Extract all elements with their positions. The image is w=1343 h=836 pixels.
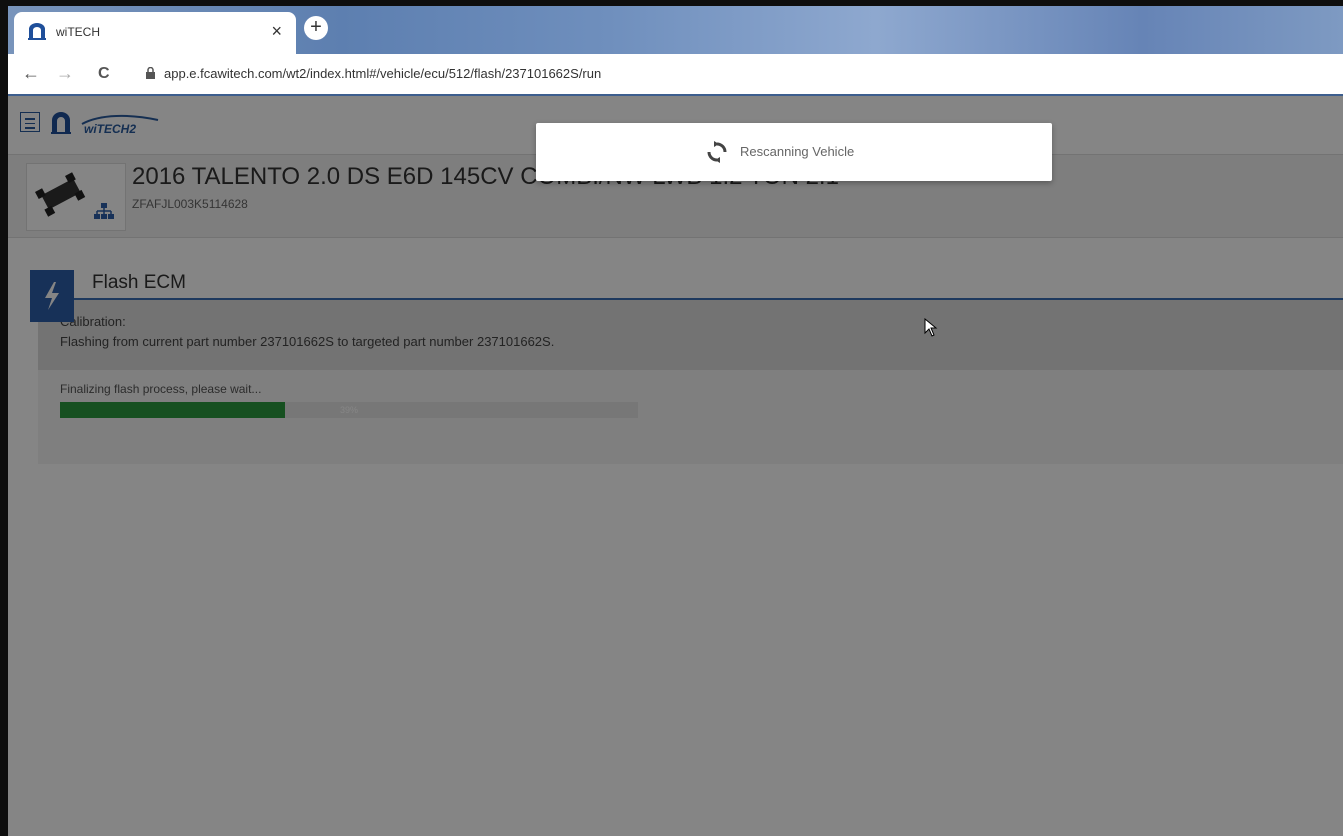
reload-button[interactable]: C: [98, 65, 110, 83]
address-bar: ← → C app.e.fcawitech.com/wt2/index.html…: [8, 54, 1343, 96]
lock-icon: [146, 67, 155, 79]
browser-tab[interactable]: wiTECH ×: [14, 12, 296, 54]
new-tab-button[interactable]: +: [304, 16, 328, 40]
tab-title: wiTECH: [56, 25, 100, 39]
back-button[interactable]: ←: [22, 63, 40, 84]
app-page: wiTECH2 2016 TALENTO 2.0 DS E6D 145CV CO…: [8, 96, 1343, 836]
rescanning-modal: Rescanning Vehicle: [536, 123, 1052, 181]
refresh-spinner-icon: [707, 141, 727, 163]
mopar-logo-icon: [28, 23, 46, 40]
mouse-cursor-icon: [924, 318, 938, 337]
browser-window: wiTECH × + ← → C app.e.fcawitech.com/wt2…: [8, 6, 1343, 836]
tab-strip: wiTECH × +: [8, 6, 1343, 54]
close-tab-icon[interactable]: ×: [271, 21, 282, 42]
modal-message: Rescanning Vehicle: [740, 144, 855, 159]
forward-button[interactable]: →: [56, 63, 74, 84]
url-field[interactable]: app.e.fcawitech.com/wt2/index.html#/vehi…: [164, 66, 601, 81]
modal-backdrop: [8, 96, 1343, 836]
